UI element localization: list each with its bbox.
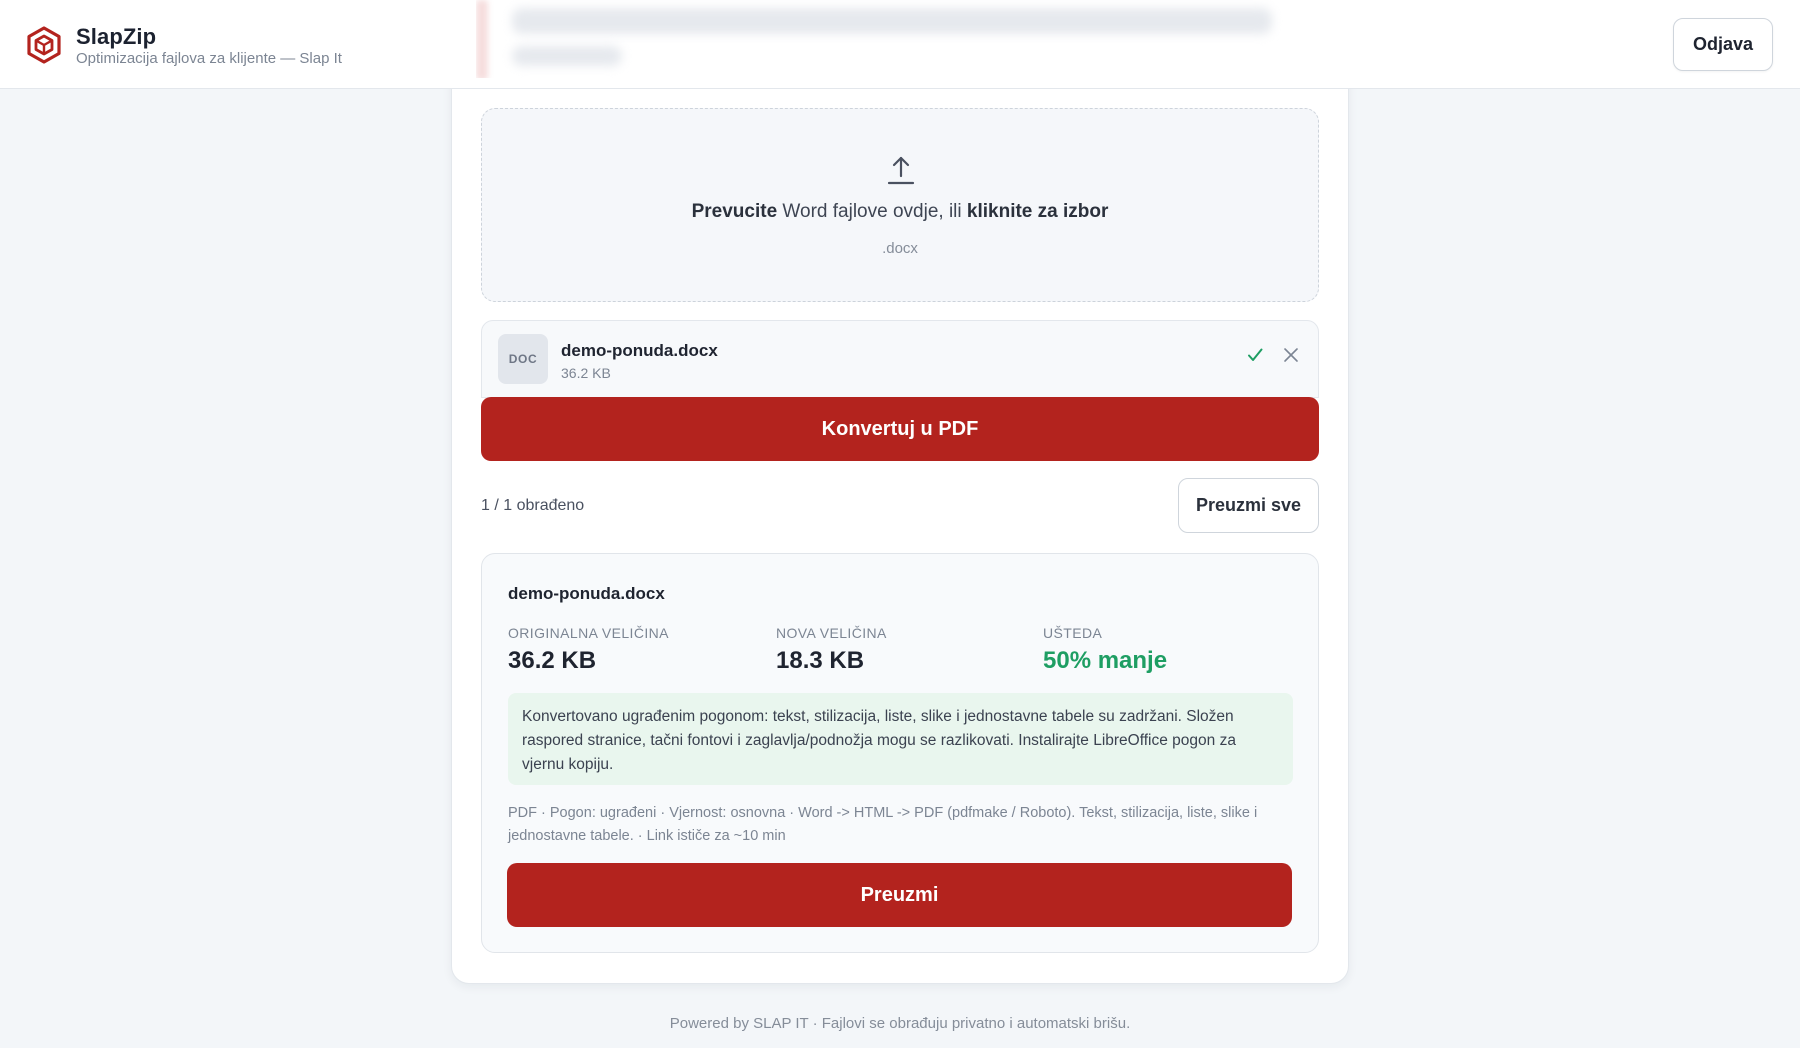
hexagon-cube-logo-icon bbox=[27, 26, 61, 64]
download-button[interactable]: Preuzmi bbox=[507, 863, 1292, 927]
conversion-info-box: Konvertovano ugrađenim pogonom: tekst, s… bbox=[508, 693, 1293, 785]
accepted-extension: .docx bbox=[882, 240, 918, 257]
new-size-label: NOVA VELIČINA bbox=[776, 625, 887, 641]
download-all-button[interactable]: Preuzmi sve bbox=[1178, 478, 1319, 533]
new-size-value: 18.3 KB bbox=[776, 647, 865, 674]
checkmark-icon bbox=[1248, 348, 1263, 361]
savings-label: UŠTEDA bbox=[1043, 625, 1103, 641]
result-file-name: demo-ponuda.docx bbox=[508, 584, 665, 603]
file-size: 36.2 KB bbox=[561, 365, 611, 381]
original-size-value: 36.2 KB bbox=[508, 647, 597, 674]
close-icon[interactable] bbox=[1282, 346, 1300, 364]
conversion-meta: PDF · Pogon: ugrađeni · Vjernost: osnovn… bbox=[508, 805, 1258, 844]
drag-label: Prevucite bbox=[691, 201, 778, 222]
logout-button[interactable]: Odjava bbox=[1673, 18, 1773, 71]
original-size-label: ORIGINALNA VELIČINA bbox=[508, 625, 669, 641]
doc-file-icon: DOC bbox=[498, 334, 548, 384]
dropzone-instructions: Prevucite Word fajlove ovdje, ili klikni… bbox=[482, 201, 1318, 223]
file-name: demo-ponuda.docx bbox=[561, 341, 718, 360]
processed-count: 1 / 1 obrađeno bbox=[481, 497, 585, 514]
savings-value: 50% manje bbox=[1043, 647, 1168, 674]
drop-middle-text: Word fajlove ovdje, ili bbox=[777, 201, 967, 222]
click-select-label: kliknite za izbor bbox=[966, 201, 1109, 222]
upload-arrow-icon bbox=[887, 156, 915, 185]
brand-tagline: Optimizacija fajlova za klijente — Slap … bbox=[76, 50, 342, 67]
convert-to-pdf-button[interactable]: Konvertuj u PDF bbox=[481, 397, 1319, 461]
faded-banner bbox=[476, 0, 1296, 78]
app-header: SlapZip Optimizacija fajlova za klijente… bbox=[0, 0, 1800, 89]
footer-text: Powered by SLAP IT · Fajlovi se obrađuju… bbox=[669, 1015, 1131, 1032]
file-list-item: DOC demo-ponuda.docx 36.2 KB bbox=[481, 320, 1319, 398]
brand-name: SlapZip bbox=[76, 24, 157, 49]
file-dropzone[interactable]: Prevucite Word fajlove ovdje, ili klikni… bbox=[481, 108, 1319, 302]
